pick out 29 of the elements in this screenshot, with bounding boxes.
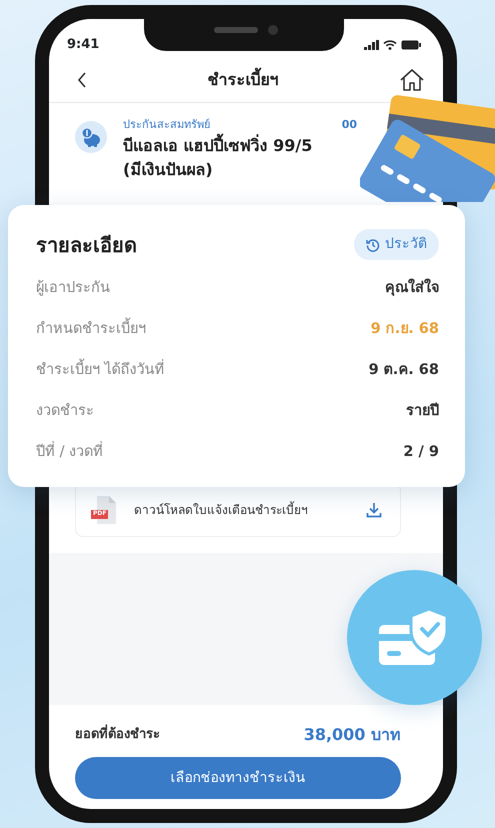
detail-value: 2 / 9 bbox=[403, 442, 439, 462]
signal-icon bbox=[364, 40, 379, 50]
amount-label: ยอดที่ต้องชำระ bbox=[75, 725, 160, 745]
amount-value: 38,000 บาท bbox=[304, 724, 401, 746]
back-icon[interactable] bbox=[77, 72, 87, 88]
download-label: ดาวน์โหลดใบแจ้งเตือนชำระเบี้ยฯ bbox=[134, 501, 309, 519]
detail-value: 9 ต.ค. 68 bbox=[368, 360, 439, 380]
download-icon[interactable] bbox=[366, 502, 382, 518]
policy-number: 00 bbox=[342, 117, 357, 133]
detail-value: รายปี bbox=[406, 402, 439, 421]
home-icon[interactable] bbox=[399, 68, 425, 92]
status-time: 9:41 bbox=[67, 36, 100, 54]
piggy-bank-icon bbox=[75, 121, 107, 153]
battery-icon bbox=[401, 40, 421, 50]
detail-value: 9 ก.ย. 68 bbox=[370, 320, 439, 339]
details-title: รายละเอียด bbox=[36, 232, 137, 258]
detail-label: ชำระเบี้ยฯ ได้ถึงวันที่ bbox=[36, 360, 165, 382]
policy-category: ประกันสะสมทรัพย์ bbox=[123, 117, 210, 133]
detail-label: ปีที่ / งวดที่ bbox=[36, 442, 104, 464]
detail-label: กำหนดชำระเบี้ยฯ bbox=[36, 318, 146, 340]
detail-label: ผู้เอาประกัน bbox=[36, 278, 110, 298]
detail-label: งวดชำระ bbox=[36, 402, 94, 421]
choose-payment-button[interactable]: เลือกช่องทางชำระเงิน bbox=[75, 757, 401, 799]
history-button[interactable]: ประวัติ bbox=[354, 229, 439, 260]
history-icon bbox=[366, 238, 380, 252]
detail-value: คุณใส่ใจ bbox=[385, 278, 439, 298]
policy-name: บีแอลเอ แฮปปี้เซฟวิ่ง 99/5 (มีเงินปันผล) bbox=[123, 134, 314, 180]
wifi-icon bbox=[383, 40, 397, 50]
page-title: ชำระเบี้ยฯ bbox=[208, 68, 278, 90]
